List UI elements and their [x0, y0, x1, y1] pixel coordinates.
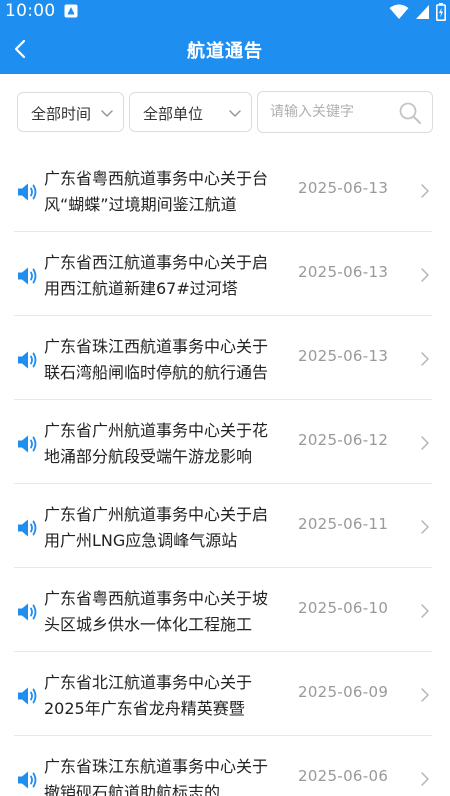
time-filter-label: 全部时间 [31, 105, 92, 123]
notice-title: 广东省粤西航道事务中心关于台风“蝴蝶”过境期间鉴江航道 [44, 169, 269, 214]
notice-item[interactable]: 广东省珠江西航道事务中心关于联石湾船闸临时停航的航行通告 2025-06-13 [14, 316, 432, 400]
notice-title: 广东省广州航道事务中心关于花地涌部分航段受端午游龙影响 [44, 421, 269, 466]
battery-icon [436, 3, 446, 21]
chevron-right-icon [421, 604, 429, 618]
notice-date: 2025-06-13 [298, 263, 389, 281]
notice-date: 2025-06-06 [298, 767, 389, 785]
unit-filter-label: 全部单位 [143, 105, 204, 123]
notice-item[interactable]: 广东省西江航道事务中心关于启用西江航道新建67#过河塔 2025-06-13 [14, 232, 432, 316]
notice-title: 广东省粤西航道事务中心关于坡头区城乡供水一体化工程施工 [44, 589, 269, 634]
notice-date: 2025-06-10 [298, 599, 389, 617]
search-input[interactable] [270, 100, 394, 124]
notice-date: 2025-06-13 [298, 179, 389, 197]
notice-item[interactable]: 广东省广州航道事务中心关于花地涌部分航段受端午游龙影响 2025-06-12 [14, 400, 432, 484]
speaker-icon [18, 687, 37, 705]
search-box [257, 91, 433, 133]
page-title: 航道通告 [187, 41, 263, 62]
status-bar: 10:00 [0, 0, 450, 24]
speaker-icon [18, 603, 37, 621]
chevron-right-icon [421, 772, 429, 786]
notice-title: 广东省北江航道事务中心关于2025年广东省龙舟精英赛暨 [44, 673, 253, 718]
app-bar: 航道通告 [0, 24, 450, 74]
notice-date: 2025-06-11 [298, 515, 389, 533]
chevron-right-icon [421, 436, 429, 450]
notice-list: 广东省粤西航道事务中心关于台风“蝴蝶”过境期间鉴江航道 2025-06-13 广… [0, 148, 450, 796]
time-filter-dropdown[interactable]: 全部时间 [17, 92, 124, 132]
chevron-right-icon [421, 688, 429, 702]
signal-icon [416, 5, 429, 19]
notice-title: 广东省广州航道事务中心关于启用广州LNG应急调峰气源站 [44, 505, 269, 550]
notice-item[interactable]: 广东省珠江东航道事务中心关于撤销砚石航道助航标志的 2025-06-06 [14, 736, 432, 796]
speaker-icon [18, 267, 37, 285]
notice-item[interactable]: 广东省北江航道事务中心关于2025年广东省龙舟精英赛暨 2025-06-09 [14, 652, 432, 736]
notice-date: 2025-06-09 [298, 683, 389, 701]
notification-icon [64, 4, 78, 18]
chevron-down-icon [229, 110, 241, 117]
notice-item[interactable]: 广东省粤西航道事务中心关于台风“蝴蝶”过境期间鉴江航道 2025-06-13 [14, 148, 432, 232]
chevron-right-icon [421, 352, 429, 366]
unit-filter-dropdown[interactable]: 全部单位 [129, 92, 252, 132]
notice-title: 广东省珠江西航道事务中心关于联石湾船闸临时停航的航行通告 [44, 337, 269, 382]
system-icons [389, 3, 446, 21]
status-time: 10:00 [5, 1, 56, 21]
notice-date: 2025-06-12 [298, 431, 389, 449]
notice-title: 广东省西江航道事务中心关于启用西江航道新建67#过河塔 [44, 253, 269, 298]
speaker-icon [18, 351, 37, 369]
notice-item[interactable]: 广东省广州航道事务中心关于启用广州LNG应急调峰气源站 2025-06-11 [14, 484, 432, 568]
speaker-icon [18, 519, 37, 537]
chevron-right-icon [421, 268, 429, 282]
chevron-right-icon [421, 184, 429, 198]
wifi-icon [389, 4, 409, 19]
notice-item[interactable]: 广东省粤西航道事务中心关于坡头区城乡供水一体化工程施工 2025-06-10 [14, 568, 432, 652]
notice-date: 2025-06-13 [298, 347, 389, 365]
search-icon[interactable] [398, 101, 422, 125]
chevron-right-icon [421, 520, 429, 534]
speaker-icon [18, 771, 37, 789]
chevron-down-icon [101, 110, 113, 117]
speaker-icon [18, 183, 37, 201]
filter-bar: 全部时间 全部单位 [0, 74, 450, 148]
notice-title: 广东省珠江东航道事务中心关于撤销砚石航道助航标志的 [44, 757, 269, 796]
speaker-icon [18, 435, 37, 453]
